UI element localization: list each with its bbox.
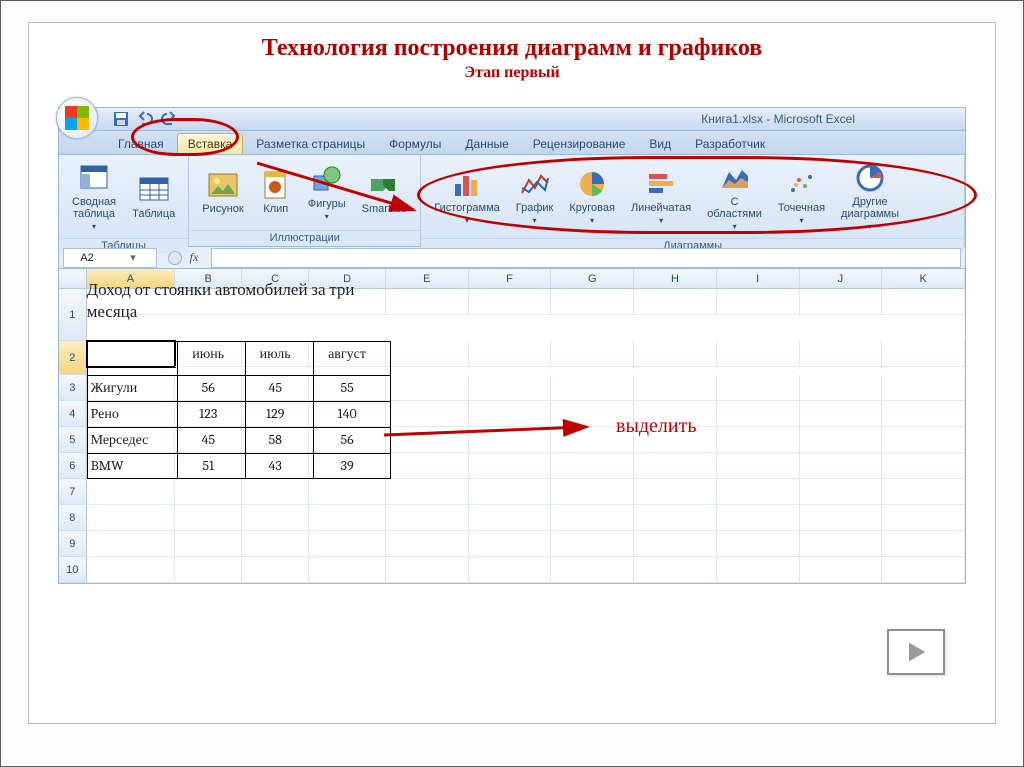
cell[interactable]	[87, 341, 176, 367]
fx-icon[interactable]: fx	[185, 250, 203, 265]
cell[interactable]: 45	[175, 427, 242, 453]
cell[interactable]: 39	[309, 453, 386, 479]
cell[interactable]: 140	[309, 401, 386, 427]
cell[interactable]: июнь	[175, 341, 242, 367]
window-title: Книга1.xlsx - Microsoft Excel	[701, 112, 965, 126]
save-icon[interactable]	[113, 111, 129, 127]
cell[interactable]: 56	[175, 375, 242, 401]
col-header[interactable]: F	[469, 269, 552, 289]
row-header[interactable]: 4	[59, 401, 87, 427]
row-header[interactable]: 6	[59, 453, 87, 479]
clip-button[interactable]: Клип	[255, 166, 297, 218]
table-icon	[138, 174, 170, 206]
title-bar: Книга1.xlsx - Microsoft Excel	[58, 107, 966, 131]
cell[interactable]: 51	[175, 453, 242, 479]
redo-icon[interactable]	[161, 111, 177, 127]
col-header[interactable]: G	[551, 269, 634, 289]
row-header[interactable]: 5	[59, 427, 87, 453]
row-header[interactable]: 9	[59, 531, 87, 557]
cell[interactable]: 123	[175, 401, 242, 427]
name-box[interactable]: A2▾	[63, 248, 157, 268]
office-button[interactable]	[56, 97, 98, 139]
tab-page-layout[interactable]: Разметка страницы	[245, 133, 376, 154]
ribbon-tabs: Главная Вставка Разметка страницы Формул…	[58, 131, 966, 155]
cell[interactable]: 45	[242, 375, 309, 401]
scatter-chart-button[interactable]: Точечная▾	[773, 165, 830, 228]
next-slide-button[interactable]	[887, 629, 945, 675]
shapes-button[interactable]: Фигуры▾	[303, 161, 351, 224]
row-header[interactable]: 8	[59, 505, 87, 531]
worksheet[interactable]: A B C D E F G H I J K 1 Доход от стоянки…	[58, 269, 966, 584]
play-icon	[902, 638, 930, 666]
scatter-chart-icon	[785, 168, 817, 200]
pivot-table-label: Сводная таблица	[72, 196, 116, 220]
slide-subtitle: Этап первый	[29, 64, 995, 82]
histogram-button[interactable]: Гистограмма▾	[429, 165, 505, 228]
line-chart-button[interactable]: График▾	[511, 165, 559, 228]
pie-chart-button[interactable]: Круговая▾	[564, 165, 620, 228]
cell-title[interactable]: Доход от стоянки автомобилей за три меся…	[87, 289, 386, 315]
cell[interactable]: август	[309, 341, 386, 367]
row-header[interactable]: 3	[59, 375, 87, 401]
col-header[interactable]: I	[717, 269, 800, 289]
cell[interactable]: 56	[309, 427, 386, 453]
col-header[interactable]: K	[882, 269, 965, 289]
annotation-select-label: выделить	[616, 415, 696, 438]
area-chart-button[interactable]: С областями▾	[702, 159, 767, 234]
col-header[interactable]: J	[800, 269, 883, 289]
select-all-corner[interactable]	[59, 269, 87, 289]
tab-formulas[interactable]: Формулы	[378, 133, 452, 154]
row-header[interactable]: 10	[59, 557, 87, 583]
cell[interactable]: 129	[242, 401, 309, 427]
picture-icon	[207, 169, 239, 201]
slide-title: Технология построения диаграмм и графико…	[29, 23, 995, 62]
ribbon: Сводная таблица▾ Таблица Таблицы Рисунок	[58, 155, 966, 247]
row-header[interactable]: 7	[59, 479, 87, 505]
tab-data[interactable]: Данные	[454, 133, 519, 154]
tab-view[interactable]: Вид	[638, 133, 682, 154]
other-charts-icon	[854, 162, 886, 194]
bar-chart-icon	[645, 168, 677, 200]
other-charts-button[interactable]: Другие диаграммы▾	[836, 159, 904, 234]
clip-icon	[260, 169, 292, 201]
cell[interactable]: 55	[309, 375, 386, 401]
cell[interactable]: Мерседес	[87, 427, 176, 453]
group-label-illustrations: Иллюстрации	[189, 230, 420, 246]
picture-button[interactable]: Рисунок	[197, 166, 249, 218]
cell[interactable]: 58	[242, 427, 309, 453]
col-header[interactable]: E	[386, 269, 469, 289]
quick-access-toolbar	[107, 108, 183, 130]
cell[interactable]: июль	[242, 341, 309, 367]
row-header[interactable]: 1	[59, 289, 87, 341]
cell[interactable]: Жигули	[87, 375, 176, 401]
table-button[interactable]: Таблица	[127, 171, 180, 223]
pivot-table-icon	[78, 162, 110, 194]
tab-insert[interactable]: Вставка	[177, 133, 244, 154]
area-chart-icon	[719, 162, 751, 194]
formula-bar[interactable]	[211, 248, 961, 268]
formula-row: A2▾ fx	[58, 247, 966, 269]
line-chart-icon	[519, 168, 551, 200]
shapes-icon	[311, 164, 343, 196]
row-header[interactable]: 2	[59, 341, 87, 375]
tab-home[interactable]: Главная	[107, 133, 175, 154]
bar-chart-button[interactable]: Линейчатая▾	[626, 165, 696, 228]
pivot-table-button[interactable]: Сводная таблица▾	[67, 159, 121, 234]
smartart-button[interactable]: SmartArt	[357, 166, 410, 218]
col-header[interactable]: H	[634, 269, 717, 289]
cell[interactable]: BMW	[87, 453, 176, 479]
tab-review[interactable]: Рецензирование	[522, 133, 637, 154]
cell[interactable]: 43	[242, 453, 309, 479]
histogram-icon	[451, 168, 483, 200]
undo-icon[interactable]	[137, 111, 153, 127]
tab-developer[interactable]: Разработчик	[684, 133, 776, 154]
pie-chart-icon	[576, 168, 608, 200]
smartart-icon	[367, 169, 399, 201]
cell[interactable]: Рено	[87, 401, 176, 427]
